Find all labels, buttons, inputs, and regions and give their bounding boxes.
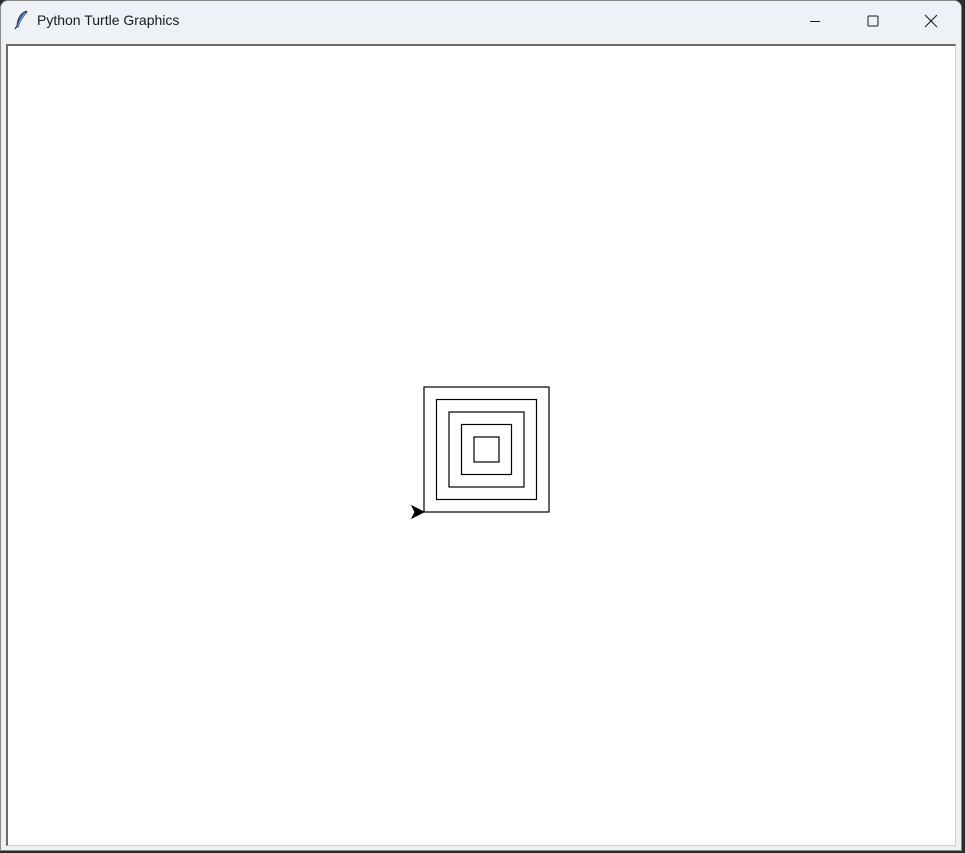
square-2 (460, 423, 513, 476)
close-button[interactable] (902, 1, 960, 40)
turtle-window: Python Turtle Graphics (0, 0, 962, 851)
square-inner (473, 436, 500, 463)
client-area (2, 40, 960, 850)
turtle-arrow-icon (410, 504, 426, 520)
square-4 (435, 398, 538, 501)
turtle-canvas[interactable] (8, 46, 956, 846)
title-bar[interactable]: Python Turtle Graphics (1, 1, 961, 40)
turtle-canvas-frame[interactable] (6, 44, 956, 846)
feather-icon (14, 10, 28, 30)
square-outer (423, 386, 550, 513)
minimize-button[interactable] (786, 1, 844, 40)
window-title: Python Turtle Graphics (37, 12, 180, 28)
minimize-icon (810, 20, 820, 22)
square-3 (448, 411, 525, 488)
maximize-button[interactable] (844, 1, 902, 40)
maximize-icon (867, 15, 879, 26)
spiral-drawing (423, 386, 550, 513)
close-icon (924, 14, 938, 27)
